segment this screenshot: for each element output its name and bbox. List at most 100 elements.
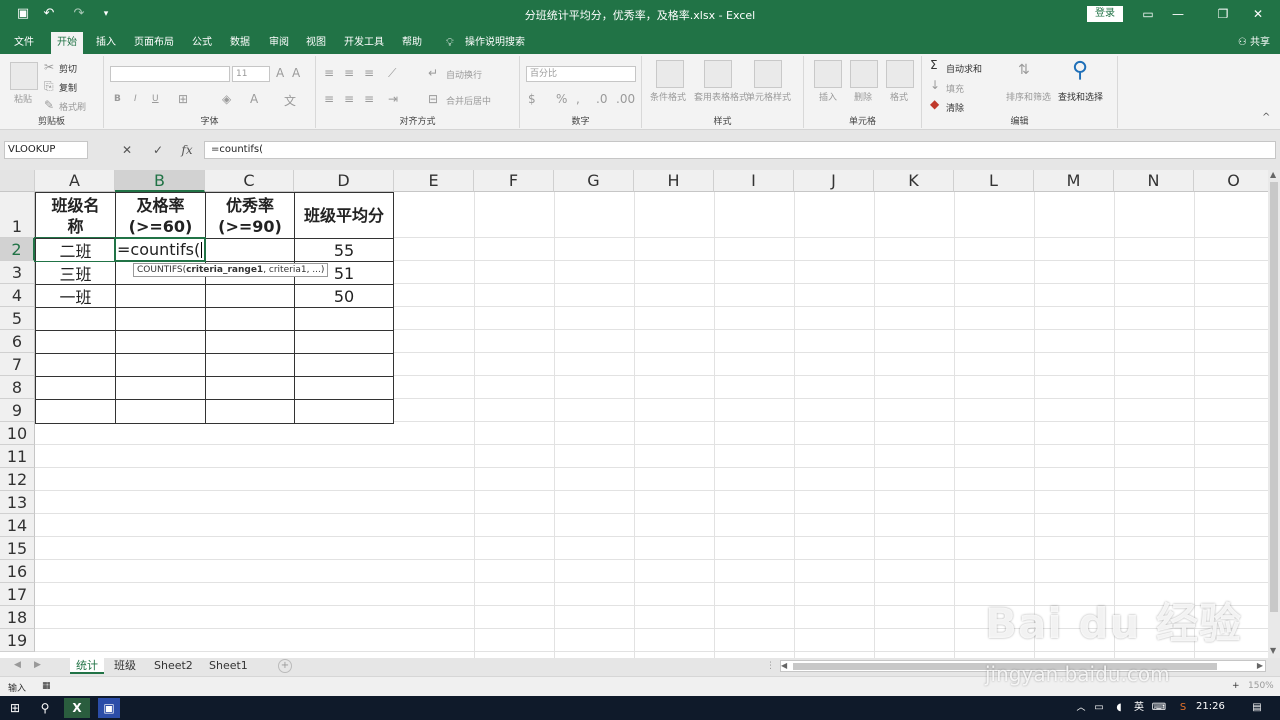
column-header[interactable]: D (294, 170, 394, 192)
tab-file[interactable]: 文件 (8, 32, 40, 54)
tab-page-layout[interactable]: 页面布局 (128, 32, 180, 54)
sort-filter-button[interactable]: 排序和筛选 (1006, 90, 1051, 103)
align-top-icon[interactable]: ≡ (324, 66, 334, 80)
row-header[interactable]: 8 (0, 376, 35, 399)
cell[interactable] (206, 308, 295, 331)
decrease-decimal-icon[interactable]: .00 (616, 92, 635, 106)
scroll-thumb[interactable] (1270, 182, 1278, 612)
fill-color-icon[interactable]: ◈ (222, 92, 231, 106)
italic-button[interactable]: I (134, 94, 137, 104)
cell[interactable] (116, 285, 206, 308)
network-icon[interactable]: ▭ (1088, 698, 1110, 718)
tab-view[interactable]: 视图 (300, 32, 332, 54)
format-painter-button[interactable]: 格式刷 (59, 100, 86, 113)
row-header[interactable]: 1 (0, 192, 35, 238)
header-cell[interactable]: 优秀率 (>=90) (206, 193, 295, 239)
cut-icon[interactable]: ✂ (44, 60, 54, 74)
horizontal-scrollbar[interactable]: ◀ ▶ (780, 660, 1266, 672)
ribbon-display-icon[interactable]: ▭ (1133, 4, 1163, 24)
grow-font-icon[interactable]: A (276, 66, 284, 80)
cancel-icon[interactable]: ✕ (117, 141, 137, 159)
tell-me-search[interactable]: 操作说明搜索 (459, 32, 531, 54)
clear-button[interactable]: 清除 (946, 101, 964, 114)
column-header[interactable]: K (874, 170, 954, 192)
tab-help[interactable]: 帮助 (396, 32, 428, 54)
close-icon[interactable]: ✕ (1243, 4, 1273, 24)
row-header[interactable]: 16 (0, 560, 35, 583)
add-sheet-icon[interactable]: + (278, 659, 292, 673)
wrap-text-icon[interactable]: ↵ (428, 66, 438, 80)
format-painter-icon[interactable]: ✎ (44, 98, 54, 112)
class-cell[interactable]: 三班 (36, 262, 116, 285)
column-header[interactable]: I (714, 170, 794, 192)
column-header[interactable]: O (1194, 170, 1268, 192)
paste-label[interactable]: 粘贴 (14, 92, 32, 105)
ime-mode[interactable]: 英 (1128, 698, 1150, 718)
insert-cells-button[interactable]: 插入 (819, 90, 837, 103)
cell[interactable] (295, 308, 394, 331)
minimize-icon[interactable]: — (1163, 4, 1193, 24)
row-header[interactable]: 3 (0, 261, 35, 284)
fill-button[interactable]: 填充 (946, 82, 964, 95)
format-cells-icon[interactable] (886, 60, 914, 88)
copy-button[interactable]: 复制 (59, 81, 77, 94)
merge-icon[interactable]: ⊟ (428, 92, 438, 106)
phonetic-icon[interactable]: 文 (284, 92, 296, 109)
row-header[interactable]: 2 (0, 238, 35, 261)
cell[interactable] (206, 331, 295, 354)
tab-data[interactable]: 数据 (224, 32, 256, 54)
cell-styles-button[interactable]: 单元格样式 (746, 90, 791, 103)
sheet-tab[interactable]: Sheet1 (203, 658, 254, 674)
currency-icon[interactable]: $ (528, 92, 536, 106)
prev-sheet-icon[interactable]: ◀ (14, 660, 21, 670)
cell-styles-icon[interactable] (754, 60, 782, 88)
scroll-left-icon[interactable]: ◀ (781, 661, 787, 670)
cell[interactable] (36, 331, 116, 354)
conditional-format-button[interactable]: 条件格式 (650, 90, 686, 103)
cell[interactable] (116, 354, 206, 377)
notification-icon[interactable]: ▤ (1246, 698, 1268, 718)
column-header[interactable]: M (1034, 170, 1114, 192)
scroll-up-icon[interactable]: ▲ (1270, 170, 1278, 180)
cut-button[interactable]: 剪切 (59, 62, 77, 75)
align-right-icon[interactable]: ≡ (364, 92, 374, 106)
column-header[interactable]: N (1114, 170, 1194, 192)
cell[interactable] (36, 400, 116, 424)
tab-review[interactable]: 审阅 (263, 32, 295, 54)
cell[interactable] (36, 308, 116, 331)
excel-app-icon[interactable]: X (64, 698, 90, 718)
align-middle-icon[interactable]: ≡ (344, 66, 354, 80)
cell[interactable] (36, 354, 116, 377)
header-cell[interactable]: 班级平均分 (295, 193, 394, 239)
tab-home[interactable]: 开始 (51, 32, 83, 54)
keyboard-icon[interactable]: ⌨ (1148, 698, 1170, 718)
split-handle-icon[interactable]: ⋮ (766, 661, 775, 671)
table-format-button[interactable]: 套用表格格式 (694, 90, 748, 103)
zoom-in-icon[interactable]: + (1232, 681, 1240, 691)
scroll-down-icon[interactable]: ▼ (1270, 646, 1278, 656)
align-bottom-icon[interactable]: ≡ (364, 66, 374, 80)
sheet-tab[interactable]: 班级 (108, 658, 142, 674)
cell[interactable] (116, 377, 206, 400)
merge-center-button[interactable]: 合并后居中 (446, 94, 491, 107)
column-header[interactable]: H (634, 170, 714, 192)
sheet-tab[interactable]: 统计 (70, 658, 104, 674)
shrink-font-icon[interactable]: A (292, 66, 300, 80)
function-tooltip[interactable]: COUNTIFS(criteria_range1, criteria1, ...… (133, 263, 329, 277)
next-sheet-icon[interactable]: ▶ (34, 660, 41, 670)
table-format-icon[interactable] (704, 60, 732, 88)
row-header[interactable]: 4 (0, 284, 35, 307)
cell[interactable] (36, 377, 116, 400)
increase-decimal-icon[interactable]: .0 (596, 92, 607, 106)
delete-cells-button[interactable]: 删除 (854, 90, 872, 103)
autosum-icon[interactable]: Σ (930, 58, 938, 72)
wrap-text-button[interactable]: 自动换行 (446, 68, 482, 81)
cell[interactable] (116, 331, 206, 354)
header-cell[interactable]: 班级名 称 (36, 193, 116, 239)
name-box[interactable]: VLOOKUP (4, 141, 88, 159)
row-header[interactable]: 6 (0, 330, 35, 353)
number-format-select[interactable]: 百分比 (526, 66, 636, 82)
paste-icon[interactable] (10, 62, 38, 90)
column-header[interactable]: J (794, 170, 874, 192)
font-color-icon[interactable]: A (250, 92, 258, 106)
